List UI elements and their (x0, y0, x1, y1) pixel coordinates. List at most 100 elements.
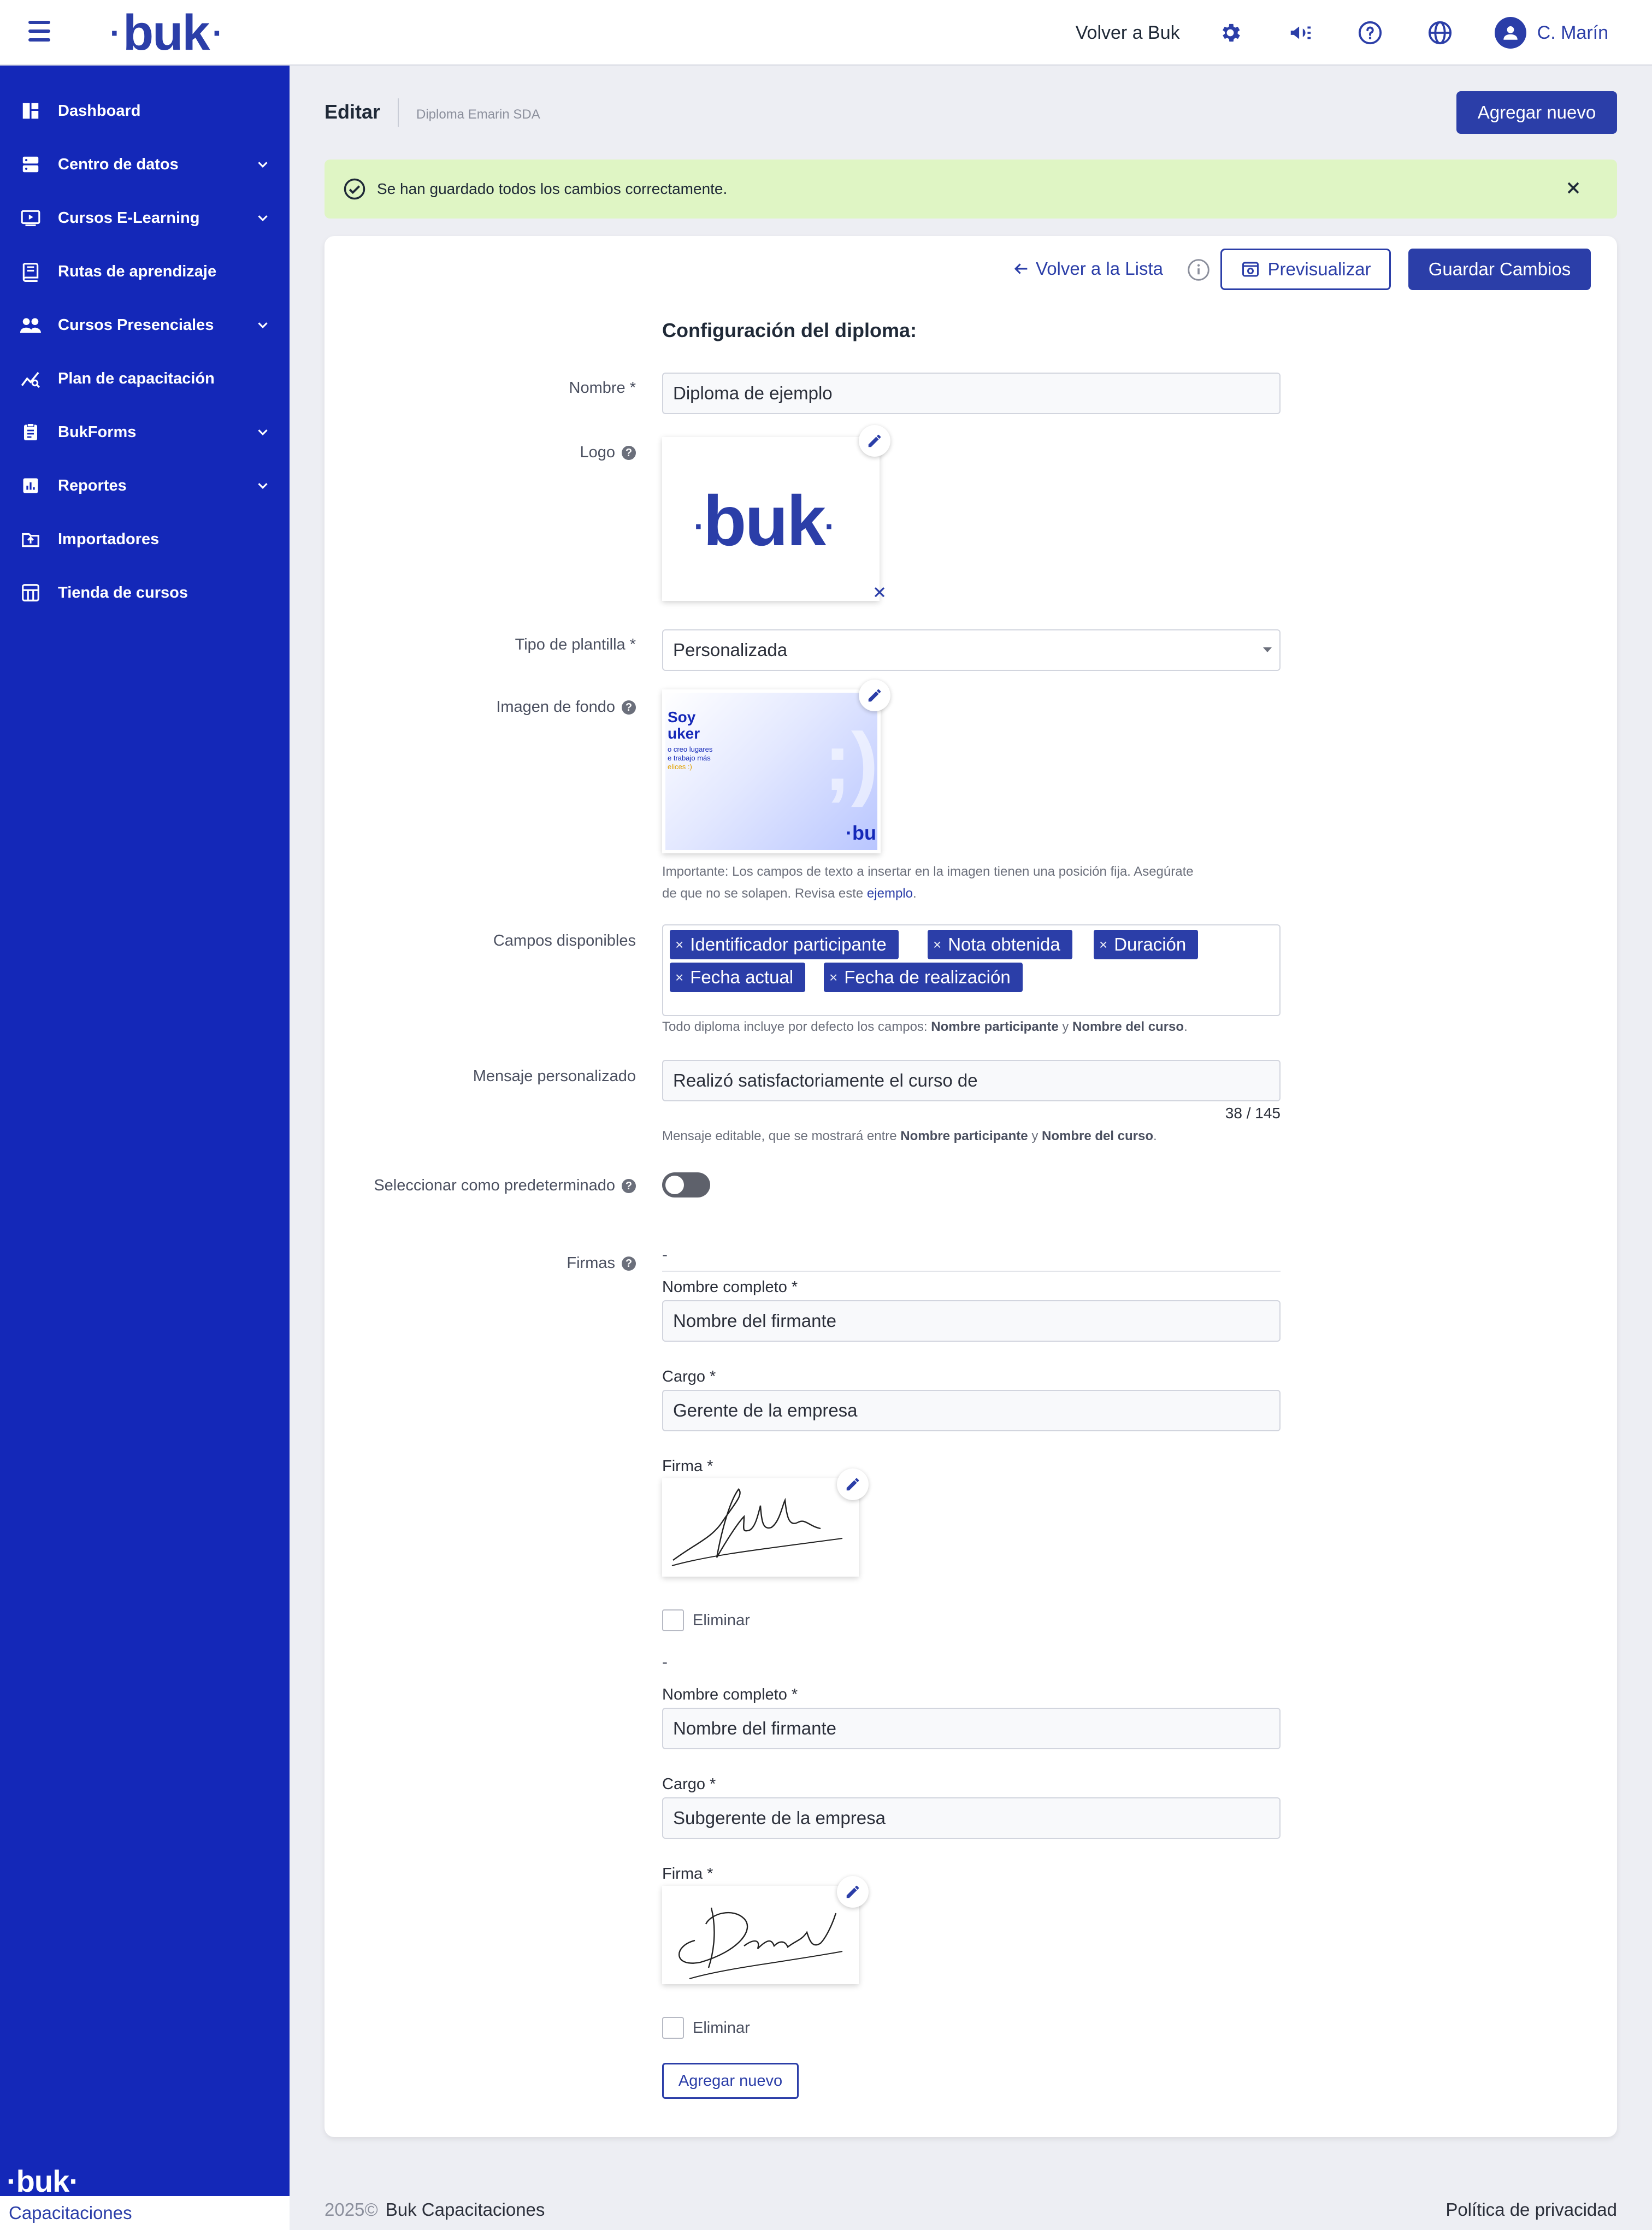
help-icon[interactable]: ? (622, 700, 636, 715)
delete-signature-checkbox[interactable] (662, 1609, 684, 1631)
edit-background-button[interactable] (859, 680, 890, 711)
buk-logo[interactable]: · buk · (107, 0, 226, 66)
megaphone-icon[interactable] (1285, 17, 1315, 48)
edit-logo-button[interactable] (859, 425, 890, 457)
chevron-down-icon[interactable] (255, 477, 271, 494)
remove-tag-icon[interactable]: × (829, 969, 837, 986)
caret-down-icon (1263, 647, 1272, 652)
help-icon[interactable]: ? (622, 446, 636, 461)
remove-tag-icon[interactable]: × (675, 936, 683, 953)
sidebar-item-centro-de-datos[interactable]: Centro de datos (0, 138, 290, 191)
menu-icon[interactable] (28, 21, 56, 45)
cargo-input[interactable]: Subgerente de la empresa (662, 1797, 1281, 1839)
tipo-plantilla-label: Tipo de plantilla * (515, 636, 636, 653)
sidebar-item-importadores[interactable]: Importadores (0, 512, 290, 566)
tag-fecha-realizacion[interactable]: × Fecha de realización (824, 963, 1023, 992)
chart-icon (19, 474, 43, 498)
char-counter: 38 / 145 (1225, 1105, 1281, 1122)
tag-fecha-actual[interactable]: × Fecha actual (670, 963, 806, 992)
edit-signature-button[interactable] (837, 1468, 869, 1500)
sidebar-item-label: Importadores (58, 530, 160, 548)
pencil-icon (846, 1478, 859, 1491)
help-icon[interactable]: ? (622, 1179, 636, 1194)
nombre-input[interactable]: Diploma de ejemplo (662, 373, 1281, 414)
sidebar-item-tienda[interactable]: Tienda de cursos (0, 566, 290, 620)
sidebar-item-plan-capacitacion[interactable]: Plan de capacitación (0, 352, 290, 405)
remove-tag-icon[interactable]: × (1099, 936, 1107, 953)
signature-drawing (671, 1488, 843, 1566)
preview-icon (1242, 262, 1259, 277)
trend-icon (19, 367, 43, 391)
delete-signature-checkbox[interactable] (662, 2017, 684, 2039)
sidebar-item-label: Cursos E-Learning (58, 209, 200, 227)
remove-tag-icon[interactable]: × (933, 936, 941, 953)
background-image-preview: Soy uker o creo lugares e trabajo más elice… (662, 689, 881, 853)
tag-duracion[interactable]: × Duración (1094, 930, 1199, 959)
example-link[interactable]: ejemplo (867, 886, 913, 901)
chevron-down-icon[interactable] (255, 317, 271, 333)
signature-image (662, 1886, 859, 1984)
globe-icon[interactable] (1425, 17, 1455, 48)
back-to-buk-link[interactable]: Volver a Buk (1076, 22, 1180, 44)
chevron-down-icon[interactable] (255, 210, 271, 226)
success-alert: Se han guardado todos los cambios correc… (324, 160, 1617, 219)
campos-label: Campos disponibles (493, 932, 636, 949)
mensaje-input[interactable]: Realizó satisfactoriamente el curso de (662, 1060, 1281, 1101)
tipo-plantilla-select[interactable]: Personalizada (662, 629, 1281, 671)
add-new-button[interactable]: Agregar nuevo (1456, 91, 1617, 134)
campos-hint: Todo diploma incluye por defecto los cam… (662, 1019, 1188, 1034)
user-name[interactable]: C. Marín (1537, 22, 1608, 44)
add-signature-button[interactable]: Agregar nuevo (662, 2063, 799, 2099)
pencil-icon (868, 689, 881, 702)
tag-identificador[interactable]: × Identificador participante (670, 930, 899, 959)
sidebar-item-label: Rutas de aprendizaje (58, 262, 217, 280)
pencil-icon (868, 434, 881, 447)
database-icon (19, 152, 43, 176)
logo-label: Logo? (350, 444, 636, 462)
nombre-firmante-input[interactable]: Nombre del firmante (662, 1708, 1281, 1749)
sidebar-item-bukforms[interactable]: BukForms (0, 405, 290, 459)
nombre-firmante-label: Nombre completo * (662, 1686, 798, 1703)
delete-label: Eliminar (693, 1612, 750, 1629)
sidebar-item-rutas[interactable]: Rutas de aprendizaje (0, 245, 290, 298)
default-toggle[interactable] (662, 1172, 710, 1197)
book-icon (19, 259, 43, 284)
edit-signature-button[interactable] (837, 1876, 869, 1908)
background-hint: Importante: Los campos de texto a insert… (662, 864, 1194, 901)
remove-tag-icon[interactable]: × (675, 969, 683, 986)
remove-logo-icon[interactable] (871, 583, 888, 601)
sidebar-item-label: Tienda de cursos (58, 583, 188, 601)
cargo-label: Cargo * (662, 1775, 716, 1793)
sidebar-item-reportes[interactable]: Reportes (0, 459, 290, 512)
info-icon[interactable] (1187, 258, 1211, 282)
dashboard-icon (19, 99, 43, 123)
firma-separator: - (662, 1653, 668, 1671)
preview-button[interactable]: Previsualizar (1220, 249, 1391, 290)
tag-nota[interactable]: × Nota obtenida (928, 930, 1072, 959)
user-icon[interactable] (1494, 17, 1526, 49)
firma-label: Firma * (662, 1865, 713, 1883)
save-changes-button[interactable]: Guardar Cambios (1408, 249, 1591, 290)
close-icon[interactable] (1564, 178, 1583, 198)
sidebar-footer: Capacitaciones (0, 2196, 290, 2230)
cargo-input[interactable]: Gerente de la empresa (662, 1390, 1281, 1431)
alert-message: Se han guardado todos los cambios correc… (377, 180, 728, 197)
mensaje-hint: Mensaje editable, que se mostrará entre … (662, 1129, 1157, 1143)
smile-icon: ;) (824, 716, 877, 807)
chevron-down-icon[interactable] (255, 156, 271, 173)
gear-icon[interactable] (1215, 17, 1246, 48)
people-icon (19, 313, 43, 337)
back-to-list-link[interactable]: Volver a la Lista (1012, 257, 1163, 281)
check-circle-icon (344, 178, 365, 200)
sidebar-item-cursos-elearning[interactable]: Cursos E-Learning (0, 191, 290, 245)
nombre-firmante-input[interactable]: Nombre del firmante (662, 1300, 1281, 1342)
buk-logo-image: ·buk· (694, 481, 835, 561)
sidebar-item-cursos-presenciales[interactable]: Cursos Presenciales (0, 298, 290, 352)
chevron-down-icon[interactable] (255, 424, 271, 440)
help-icon[interactable] (1355, 17, 1385, 48)
help-icon[interactable]: ? (622, 1256, 636, 1271)
sidebar-item-label: Cursos Presenciales (58, 316, 214, 334)
breadcrumb: Diploma Emarin SDA (416, 107, 540, 122)
sidebar-item-dashboard[interactable]: Dashboard (0, 84, 290, 138)
privacy-link[interactable]: Política de privacidad (1446, 2199, 1617, 2220)
